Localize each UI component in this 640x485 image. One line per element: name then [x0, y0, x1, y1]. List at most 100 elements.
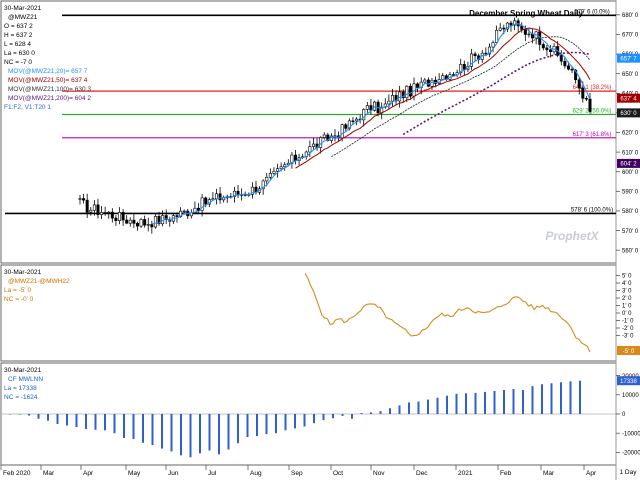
candle-body — [566, 65, 570, 70]
legend-symbol: @MWZ21 — [8, 14, 38, 21]
time-tick-label: Jun — [168, 470, 179, 477]
spread-tick-label: 4' 0 — [622, 281, 632, 287]
cot-bar — [75, 414, 78, 428]
candle-body — [143, 219, 147, 226]
legend-date: 30-Mar-2021 — [4, 5, 42, 12]
price-tick-label: 680' 0 — [622, 13, 639, 19]
cot-tick-label: -20000 — [622, 451, 640, 457]
candle-body — [82, 198, 86, 201]
candle-body — [523, 29, 527, 35]
candle-body — [541, 44, 545, 49]
candle-body — [272, 170, 276, 174]
spread-legend-symbol: @MWZ21-@MWH22 — [8, 278, 70, 285]
cot-legend-symbol: CF MWLNN — [8, 376, 43, 383]
time-tick-label: Nov — [373, 470, 385, 477]
candle-body — [276, 168, 280, 172]
cot-bar — [284, 414, 287, 431]
candle-body — [588, 98, 592, 112]
candle-body — [408, 85, 412, 97]
cot-bar — [417, 401, 420, 414]
cot-bar — [218, 414, 220, 455]
candle-body — [398, 91, 402, 102]
cot-bar — [389, 408, 391, 414]
candle-body — [441, 75, 445, 80]
candle-body — [509, 22, 513, 26]
spread-tick-label: -2' 0 — [622, 326, 634, 332]
candle-body — [279, 166, 283, 170]
cot-bar — [303, 414, 306, 427]
legend-open: O = 637 2 — [4, 23, 33, 30]
candle-body — [78, 198, 82, 200]
candle-body — [581, 87, 585, 99]
cot-bar — [56, 414, 59, 424]
candle-body — [114, 217, 118, 221]
candle-body — [423, 79, 427, 83]
candle-body — [268, 173, 272, 178]
cot-bar — [360, 413, 363, 414]
candle-body — [340, 124, 344, 139]
cot-bar — [227, 414, 230, 450]
candle-body — [293, 154, 297, 161]
spread-tick-label: 0' 0 — [622, 311, 632, 317]
time-tick-label: Mar — [543, 470, 555, 477]
candle-body — [128, 219, 132, 224]
candle-body — [132, 219, 136, 224]
candle-body — [365, 105, 369, 110]
price-tick-label: 670' 0 — [622, 33, 639, 39]
cot-bar — [37, 414, 40, 419]
spread-tick-label: -1' 0 — [622, 319, 634, 325]
cot-bar — [408, 402, 410, 414]
cot-bar — [161, 414, 163, 449]
candle-body — [103, 211, 107, 214]
time-tick-label: Jul — [208, 470, 217, 477]
cot-bar — [28, 414, 30, 416]
cot-bar — [484, 391, 486, 414]
candle-body — [153, 216, 157, 228]
cot-bar — [94, 414, 97, 430]
cot-bar — [189, 414, 192, 458]
cot-bar — [275, 414, 277, 434]
cot-bar — [132, 414, 135, 439]
candle-body — [214, 193, 218, 200]
spread-legend-last: La = -5' 0 — [4, 287, 31, 294]
time-tick-label: Aug — [250, 470, 262, 477]
candle-body — [452, 74, 456, 76]
candle-body — [107, 211, 111, 214]
period-label: 1 Day — [620, 469, 638, 476]
cot-bar — [436, 397, 439, 414]
candle-body — [351, 120, 355, 122]
candle-body — [125, 219, 129, 224]
cot-legend-date: 30-Mar-2021 — [4, 367, 42, 374]
spread-legend-date: 30-Mar-2021 — [4, 269, 42, 276]
cot-bar — [208, 414, 211, 451]
legend-low: L = 628 4 — [4, 41, 31, 48]
cot-bar — [493, 390, 496, 414]
time-tick-label: Feb — [500, 470, 512, 477]
time-tick-label: Apr — [586, 470, 597, 477]
candle-body — [92, 204, 96, 211]
time-tick-label: Sep — [291, 470, 303, 477]
price-tick-label: 610' 0 — [622, 150, 639, 156]
legend-netchange: NC = -7 0 — [4, 59, 32, 66]
cot-bar — [465, 393, 467, 414]
candle-body — [559, 55, 563, 62]
candle-body — [89, 209, 93, 213]
candle-body — [100, 212, 104, 215]
time-tick-label: Oct — [333, 470, 343, 477]
cot-bar — [446, 395, 448, 414]
candle-body — [484, 52, 488, 55]
candle-body — [121, 212, 125, 221]
cot-bar — [370, 412, 372, 414]
candle-body — [387, 100, 391, 105]
cot-bar — [294, 414, 296, 429]
time-tick-label: May — [128, 470, 141, 477]
cot-bar — [199, 414, 201, 454]
price-tag-label: 604' 2 — [620, 162, 637, 168]
spread-tick-label: 1' 0 — [622, 304, 632, 310]
cot-bar — [170, 414, 173, 452]
cot-bar — [66, 414, 68, 426]
time-tick-label: Mar — [43, 470, 55, 477]
candle-body — [373, 101, 377, 111]
candle-body — [265, 176, 269, 182]
candle-body — [146, 224, 150, 226]
